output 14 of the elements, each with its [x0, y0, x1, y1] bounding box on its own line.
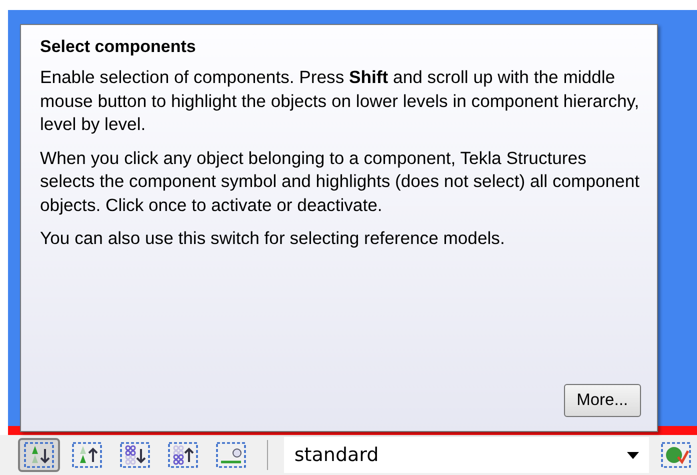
tooltip-text: When you click any object belonging to a component, Tekla Structures selects the component symbol and highlights (does not select) all component objects. Click once to activate or deactivate.: [40, 146, 641, 217]
arrow-down-icon: [118, 441, 151, 469]
arrow-up-icon: [70, 441, 103, 469]
dropdown-arrow-icon: [627, 452, 640, 458]
plane-icon: [214, 441, 246, 469]
globe-check-icon: [660, 441, 692, 469]
toggle-button[interactable]: [18, 438, 60, 472]
tooltip-title: Select components: [40, 37, 197, 57]
more-button[interactable]: More...: [564, 384, 641, 417]
tooltip-text: Enable selection of components. Press Shift and scroll up with the middle mouse button to highlight the objects on lower levels in component hierarchy, level by level.: [40, 66, 640, 136]
tooltip-text: You can also use this switch for selecting reference models.: [40, 227, 506, 250]
arrow-down-icon: [22, 441, 55, 469]
filter-dropdown[interactable]: standard: [284, 437, 650, 473]
arrow-up-icon: [166, 441, 199, 469]
